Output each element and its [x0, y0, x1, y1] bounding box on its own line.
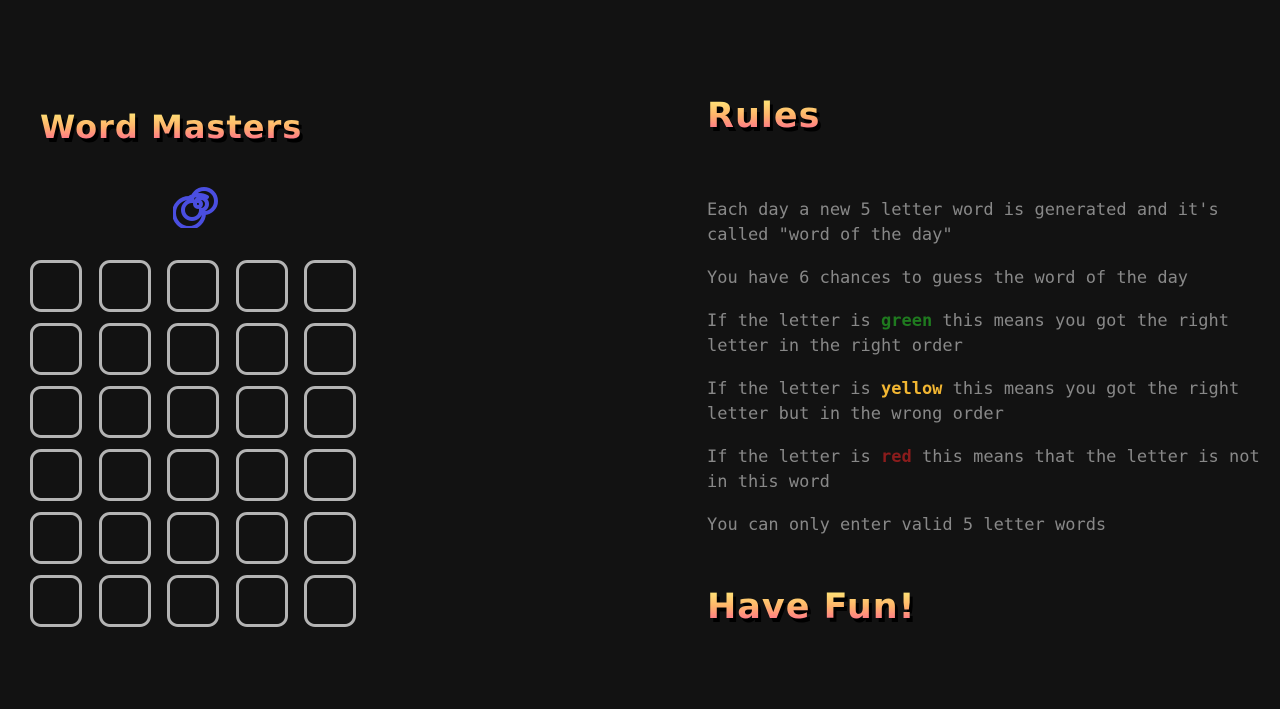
letter-tile[interactable] — [98, 512, 151, 564]
letter-tile[interactable] — [167, 449, 219, 501]
rules-title: Rules — [707, 96, 821, 136]
rule-text: If the letter is — [707, 379, 881, 399]
letter-tile[interactable] — [98, 260, 151, 312]
rule-item: You have 6 chances to guess the word of … — [707, 268, 1189, 288]
letter-tile[interactable] — [98, 386, 151, 438]
letter-tile[interactable] — [30, 449, 82, 501]
letter-tile[interactable] — [167, 512, 219, 564]
have-fun-title: Have Fun! — [707, 587, 916, 627]
letter-tile[interactable] — [30, 260, 82, 312]
letter-tile[interactable] — [304, 323, 356, 375]
letter-tile[interactable] — [98, 323, 151, 375]
letter-tile[interactable] — [30, 323, 82, 375]
letter-tile[interactable] — [167, 323, 219, 375]
letter-tile[interactable] — [235, 260, 288, 312]
letter-tile[interactable] — [235, 386, 288, 438]
game-title: Word Masters — [40, 108, 303, 146]
letter-tile[interactable] — [304, 386, 356, 438]
letter-tile[interactable] — [98, 449, 151, 501]
letter-tile[interactable] — [30, 512, 82, 564]
letter-tile[interactable] — [304, 575, 356, 627]
red-keyword: red — [881, 447, 912, 467]
rule-item: Each day a new 5 letter word is generate… — [707, 200, 1219, 245]
rule-text: If the letter is — [707, 311, 881, 331]
letter-tile[interactable] — [30, 575, 82, 627]
game-board — [30, 260, 356, 627]
letter-tile[interactable] — [235, 323, 288, 375]
letter-tile[interactable] — [304, 260, 356, 312]
letter-tile[interactable] — [167, 575, 219, 627]
letter-tile[interactable] — [304, 512, 356, 564]
rule-text: If the letter is — [707, 447, 881, 467]
letter-tile[interactable] — [98, 575, 151, 627]
yellow-keyword: yellow — [881, 379, 943, 399]
rule-item: If the letter is yellow this means you g… — [707, 377, 1275, 427]
letter-tile[interactable] — [167, 386, 219, 438]
letter-tile[interactable] — [167, 260, 219, 312]
letter-tile[interactable] — [235, 575, 288, 627]
rules-list: Each day a new 5 letter word is generate… — [707, 198, 1275, 556]
rule-item: If the letter is red this means that the… — [707, 445, 1275, 495]
rule-item: If the letter is green this means you go… — [707, 309, 1275, 359]
letter-tile[interactable] — [304, 449, 356, 501]
letter-tile[interactable] — [30, 386, 82, 438]
letter-tile[interactable] — [235, 449, 288, 501]
green-keyword: green — [881, 311, 933, 331]
spiral-spinner-icon — [173, 187, 218, 228]
rule-item: You can only enter valid 5 letter words — [707, 515, 1107, 535]
letter-tile[interactable] — [235, 512, 288, 564]
